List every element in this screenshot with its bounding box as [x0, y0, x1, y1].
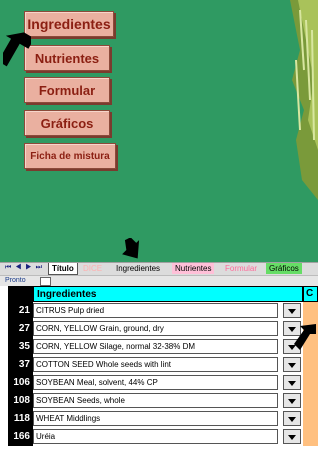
dropdown-arrow-icon[interactable]	[283, 303, 301, 318]
nutrientes-button[interactable]: Nutrientes	[24, 45, 110, 71]
ingredient-cell[interactable]: SOYBEAN Seeds, whole	[33, 393, 278, 408]
graficos-button[interactable]: Gráficos	[24, 110, 110, 136]
tab-scroll-arrows[interactable]: ⏮ ◀ ▶ ⏭	[5, 264, 43, 272]
status-text: Pronto	[5, 277, 26, 284]
row-number: 106	[13, 377, 30, 388]
row-number: 108	[13, 395, 30, 406]
tab-dice[interactable]: DICE	[80, 263, 105, 274]
sheet-tabs-bar: ⏮ ◀ ▶ ⏭ Título DICE Ingredientes Nutrien…	[0, 262, 318, 275]
row-number: 166	[13, 431, 30, 442]
pointer-arrow-icon	[3, 32, 31, 67]
dropdown-arrow-icon[interactable]	[283, 375, 301, 390]
grass-decoration	[290, 0, 318, 200]
row-number: 37	[18, 359, 30, 370]
row-number: 21	[18, 305, 30, 316]
table-row: 21 CITRUS Pulp dried	[8, 302, 303, 320]
table-row: 35 CORN, YELLOW Silage, normal 32-38% DM	[8, 338, 303, 356]
dropdown-pointer-arrow-icon	[294, 324, 316, 350]
ingredient-cell[interactable]: Uréia	[33, 429, 278, 444]
row-number: 27	[18, 323, 30, 334]
tab-formular[interactable]: Formular	[222, 263, 260, 274]
formular-button[interactable]: Formular	[24, 77, 110, 103]
ingredient-cell[interactable]: SOYBEAN Meal, solvent, 44% CP	[33, 375, 278, 390]
ingredient-cell[interactable]: WHEAT Middlings	[33, 411, 278, 426]
table-row: 166 Uréia	[8, 428, 303, 446]
tab-pointer-arrow-icon	[122, 238, 140, 259]
ingredientes-button[interactable]: Ingredientes	[24, 11, 114, 37]
tab-titulo[interactable]: Título	[48, 263, 78, 275]
ingredientes-header-label: Ingredientes	[37, 289, 97, 300]
ingredient-sheet: Ingredientes C 21 CITRUS Pulp dried 27 C…	[0, 286, 318, 453]
ingredient-cell[interactable]: COTTON SEED Whole seeds with lint	[33, 357, 278, 372]
dropdown-arrow-icon[interactable]	[283, 393, 301, 408]
status-bar: Pronto	[0, 275, 318, 286]
dropdown-arrow-icon[interactable]	[283, 429, 301, 444]
ingredient-cell[interactable]: CITRUS Pulp dried	[33, 303, 278, 318]
dropdown-arrow-icon[interactable]	[283, 357, 301, 372]
tab-graficos[interactable]: Gráficos	[266, 263, 302, 274]
ficha-de-mistura-button[interactable]: Ficha de mistura	[24, 143, 116, 169]
main-sheet-area: Ingredientes Nutrientes Formular Gráfico…	[0, 0, 318, 262]
row-number: 118	[13, 413, 30, 424]
table-row: 118 WHEAT Middlings	[8, 410, 303, 428]
row-number: 35	[18, 341, 30, 352]
tab-nutrientes[interactable]: Nutrientes	[172, 263, 215, 274]
table-row: 27 CORN, YELLOW Grain, ground, dry	[8, 320, 303, 338]
table-row: 106 SOYBEAN Meal, solvent, 44% CP	[8, 374, 303, 392]
ingredientes-header: Ingredientes	[33, 286, 303, 302]
ingredient-cell[interactable]: CORN, YELLOW Silage, normal 32-38% DM	[33, 339, 278, 354]
macro-recorder-icon[interactable]	[40, 277, 51, 286]
dropdown-arrow-icon[interactable]	[283, 411, 301, 426]
next-column-header: C	[303, 286, 318, 302]
table-row: 37 COTTON SEED Whole seeds with lint	[8, 356, 303, 374]
tab-ingredientes[interactable]: Ingredientes	[113, 263, 163, 274]
ingredient-cell[interactable]: CORN, YELLOW Grain, ground, dry	[33, 321, 278, 336]
table-row: 108 SOYBEAN Seeds, whole	[8, 392, 303, 410]
